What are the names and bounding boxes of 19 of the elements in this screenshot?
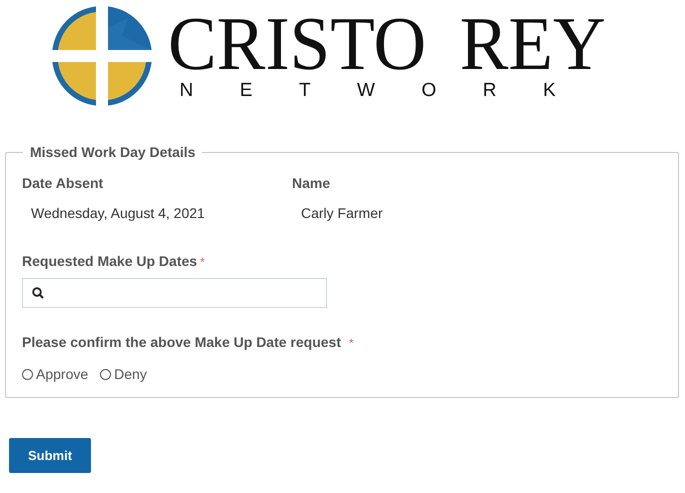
- search-field[interactable]: [22, 278, 327, 308]
- question-label: Please confirm the above Make Up Date request: [22, 334, 341, 350]
- field-value: Carly Farmer: [301, 205, 383, 221]
- radio-button[interactable]: [22, 368, 33, 380]
- field-label: Name: [292, 175, 332, 191]
- field-label: Requested Make Up Dates: [22, 253, 198, 269]
- field-value: Wednesday, August 4, 2021: [31, 205, 205, 221]
- logo-title: CRISTO REY: [168, 10, 606, 78]
- radio-label[interactable]: Deny: [114, 366, 147, 382]
- submit-button[interactable]: Submit: [9, 438, 91, 473]
- required-mark: *: [349, 336, 354, 350]
- field-label: Date Absent: [22, 175, 104, 191]
- radio-button[interactable]: [100, 368, 112, 380]
- radio-label[interactable]: Approve: [36, 366, 88, 382]
- required-mark: *: [200, 255, 205, 269]
- logo-subtitle: NETWORK: [180, 80, 602, 102]
- logo-icon: [50, 4, 154, 108]
- panel-legend: Missed Work Day Details: [23, 144, 202, 160]
- search-icon: [32, 287, 44, 299]
